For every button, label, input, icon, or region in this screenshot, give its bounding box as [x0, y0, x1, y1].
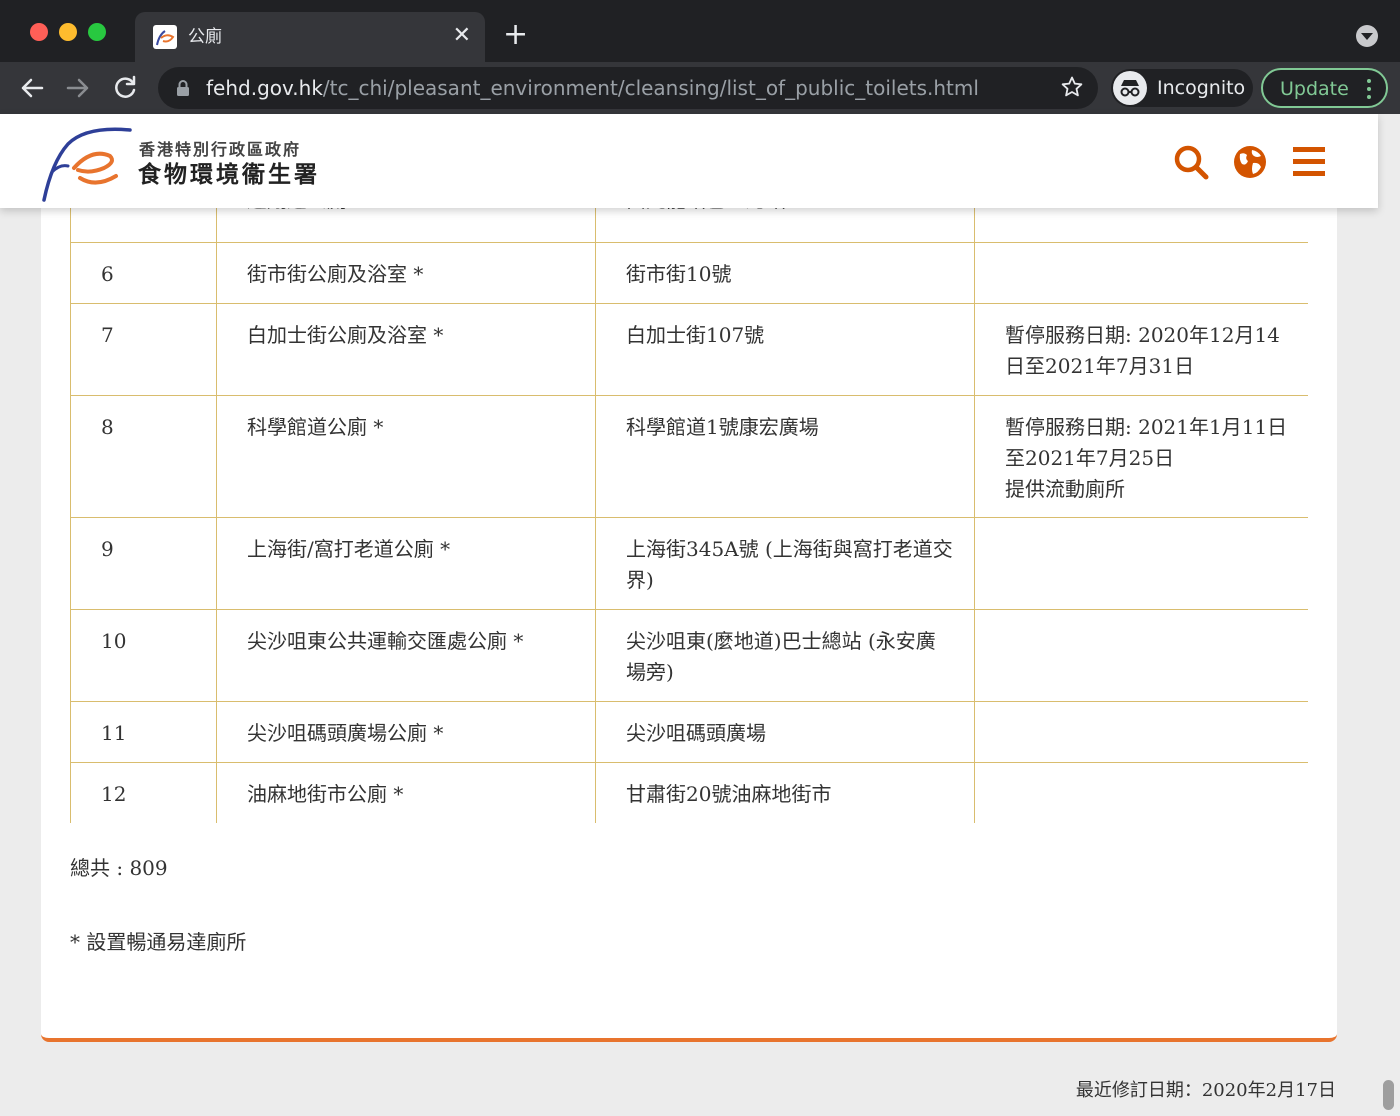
toilet-name: 科學館道公廁 * [216, 395, 596, 518]
tab-title: 公廁 [188, 27, 222, 47]
minimize-window-button[interactable] [59, 23, 77, 41]
address-bar[interactable]: fehd.gov.hk/tc_chi/pleasant_environment/… [158, 67, 1098, 109]
reload-icon[interactable] [109, 72, 141, 104]
toilet-remark [974, 701, 1308, 763]
toilet-number: 8 [70, 395, 217, 518]
toilet-address: 科學館道1號康宏廣場 [595, 395, 975, 518]
fehd-logo[interactable] [38, 122, 138, 204]
toilet-address: 尖沙咀東(麼地道)巴士總站 (永安廣場旁) [595, 609, 975, 702]
toilet-remark [974, 242, 1308, 304]
page-scrollbar[interactable] [1383, 1080, 1394, 1110]
incognito-indicator[interactable]: Incognito [1111, 69, 1253, 107]
toilet-address: 白加士街107號 [595, 303, 975, 396]
hamburger-menu-icon[interactable] [1291, 144, 1327, 180]
table-row: 11 尖沙咀碼頭廣場公廁 * 尖沙咀碼頭廣場 [70, 701, 1308, 763]
toilet-address: 尖沙咀碼頭廣場 [595, 701, 975, 763]
search-icon[interactable] [1173, 144, 1209, 180]
toilet-remark: 暫停服務日期: 2021年1月11日至2021年7月25日提供流動廁所 [974, 395, 1308, 518]
more-menu-icon[interactable] [1367, 79, 1371, 103]
table-row: 7 白加士街公廁及浴室 * 白加士街107號 暫停服務日期: 2020年12月1… [70, 303, 1308, 396]
close-window-button[interactable] [30, 23, 48, 41]
public-toilets-table-container: 5 連翔道公廁 * 西九龍站巴士總站 6 街市街公廁及浴室 * 街市街10號 7… [70, 168, 1308, 823]
total-count: 總共 : 809 [70, 856, 168, 880]
table-row: 8 科學館道公廁 * 科學館道1號康宏廣場 暫停服務日期: 2021年1月11日… [70, 395, 1308, 518]
language-globe-icon[interactable] [1232, 144, 1268, 180]
update-button[interactable]: Update [1261, 68, 1388, 108]
toilet-name: 白加士街公廁及浴室 * [216, 303, 596, 396]
toilet-remark-mobile: 提供流動廁所 [1005, 477, 1125, 501]
toilet-address: 上海街345A號 (上海街與窩打老道交界) [595, 517, 975, 610]
toilet-number: 9 [70, 517, 217, 610]
toilet-name: 上海街/窩打老道公廁 * [216, 517, 596, 610]
toilet-number: 12 [70, 762, 217, 823]
toilet-name: 尖沙咀碼頭廣場公廁 * [216, 701, 596, 763]
fehd-favicon-icon [153, 25, 177, 49]
tab-close-icon[interactable]: ✕ [453, 23, 471, 49]
new-tab-button[interactable]: + [503, 20, 528, 50]
toilet-name: 油麻地街市公廁 * [216, 762, 596, 823]
toilet-remark [974, 762, 1308, 823]
toilet-number: 6 [70, 242, 217, 304]
toilet-number: 11 [70, 701, 217, 763]
browser-titlebar: 公廁 ✕ + [0, 0, 1400, 62]
browser-toolbar: fehd.gov.hk/tc_chi/pleasant_environment/… [0, 62, 1400, 114]
public-toilets-table: 5 連翔道公廁 * 西九龍站巴士總站 6 街市街公廁及浴室 * 街市街10號 7… [70, 168, 1308, 823]
browser-tab[interactable]: 公廁 ✕ [135, 12, 485, 62]
incognito-icon [1113, 71, 1147, 105]
toilet-remark [974, 609, 1308, 702]
site-header: 香港特別行政區政府 食物環境衞生署 [0, 114, 1378, 208]
agency-name-line1: 香港特別行政區政府 [139, 140, 302, 159]
forward-arrow-icon[interactable] [62, 72, 94, 104]
toilet-remark [974, 517, 1308, 610]
incognito-label: Incognito [1157, 77, 1246, 99]
toilet-address: 甘肅街20號油麻地街市 [595, 762, 975, 823]
maximize-window-button[interactable] [88, 23, 106, 41]
update-label: Update [1280, 78, 1349, 100]
last-revised-date: 最近修訂日期：2020年2月17日 [1075, 1080, 1336, 1101]
table-row: 10 尖沙咀東公共運輸交匯處公廁 * 尖沙咀東(麼地道)巴士總站 (永安廣場旁) [70, 609, 1308, 702]
toilet-remark: 暫停服務日期: 2020年12月14日至2021年7月31日 [974, 303, 1308, 396]
table-row: 12 油麻地街市公廁 * 甘肅街20號油麻地街市 [70, 762, 1308, 823]
toilet-name: 尖沙咀東公共運輸交匯處公廁 * [216, 609, 596, 702]
bookmark-star-icon[interactable] [1060, 75, 1084, 103]
url-path: /tc_chi/pleasant_environment/cleansing/l… [322, 76, 979, 100]
toilet-name: 街市街公廁及浴室 * [216, 242, 596, 304]
accessible-toilet-footnote: * 設置暢通易達廁所 [70, 930, 247, 954]
url-text[interactable]: fehd.gov.hk/tc_chi/pleasant_environment/… [206, 76, 979, 100]
tab-search-icon[interactable] [1356, 25, 1378, 47]
lock-icon[interactable] [176, 79, 190, 101]
table-row: 9 上海街/窩打老道公廁 * 上海街345A號 (上海街與窩打老道交界) [70, 517, 1308, 610]
toilet-remark-suspension: 暫停服務日期: 2021年1月11日至2021年7月25日 [1005, 415, 1288, 470]
toilet-number: 7 [70, 303, 217, 396]
back-arrow-icon[interactable] [16, 72, 48, 104]
url-host: fehd.gov.hk [206, 76, 323, 100]
table-row: 6 街市街公廁及浴室 * 街市街10號 [70, 242, 1308, 304]
agency-name-line2: 食物環境衞生署 [138, 162, 320, 188]
toilet-address: 街市街10號 [595, 242, 975, 304]
toilet-number: 10 [70, 609, 217, 702]
